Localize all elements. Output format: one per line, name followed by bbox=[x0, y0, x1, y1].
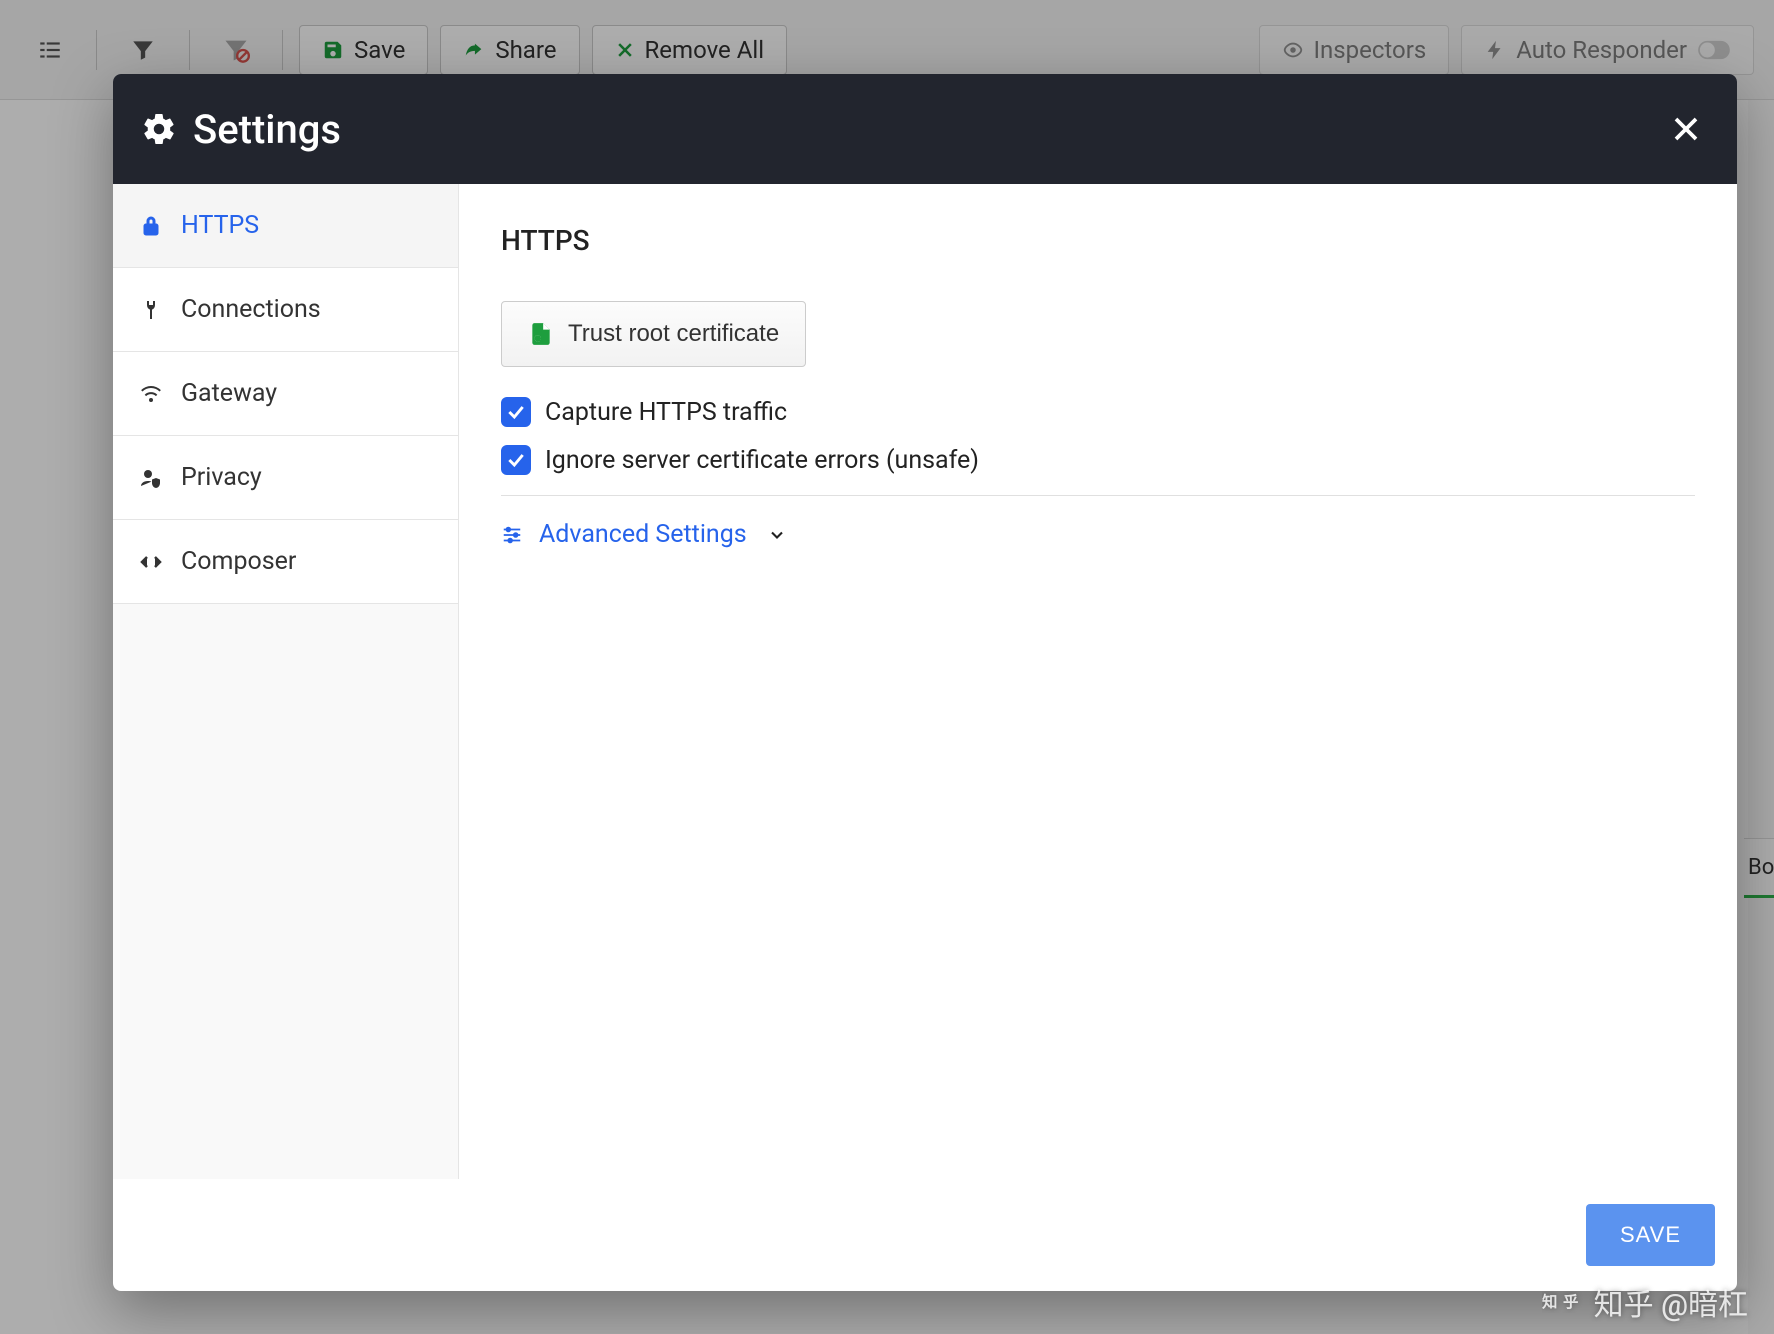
capture-https-label: Capture HTTPS traffic bbox=[545, 398, 787, 427]
sliders-icon bbox=[501, 524, 523, 546]
ignore-errors-row: Ignore server certificate errors (unsafe… bbox=[501, 445, 1695, 475]
check-icon bbox=[506, 450, 526, 470]
trust-button-label: Trust root certificate bbox=[568, 320, 779, 348]
save-button[interactable]: SAVE bbox=[1586, 1204, 1715, 1266]
dialog-body: HTTPS Connections Gateway Privacy Compos… bbox=[113, 184, 1737, 1179]
sidebar-item-label: Privacy bbox=[181, 463, 262, 492]
sidebar-item-label: HTTPS bbox=[181, 211, 259, 240]
trust-root-certificate-button[interactable]: Trust root certificate bbox=[501, 301, 806, 367]
sidebar-item-gateway[interactable]: Gateway bbox=[113, 352, 458, 436]
advanced-settings-toggle[interactable]: Advanced Settings bbox=[501, 520, 1695, 549]
sidebar-item-privacy[interactable]: Privacy bbox=[113, 436, 458, 520]
sidebar-item-connections[interactable]: Connections bbox=[113, 268, 458, 352]
plug-icon bbox=[139, 298, 163, 322]
settings-sidebar: HTTPS Connections Gateway Privacy Compos… bbox=[113, 184, 459, 1179]
settings-dialog: Settings HTTPS Connections Gateway Priva… bbox=[113, 74, 1737, 1291]
sidebar-item-label: Composer bbox=[181, 547, 296, 576]
divider bbox=[501, 495, 1695, 496]
capture-https-row: Capture HTTPS traffic bbox=[501, 397, 1695, 427]
sidebar-item-label: Gateway bbox=[181, 379, 277, 408]
user-shield-icon bbox=[139, 466, 163, 490]
sidebar-item-label: Connections bbox=[181, 295, 321, 324]
sidebar-item-https[interactable]: HTTPS bbox=[113, 184, 458, 268]
dialog-footer: SAVE bbox=[113, 1179, 1737, 1291]
settings-main-panel: HTTPS Trust root certificate Capture HTT… bbox=[459, 184, 1737, 1179]
chevron-down-icon bbox=[767, 525, 787, 545]
certificate-icon bbox=[528, 321, 554, 347]
close-button[interactable] bbox=[1671, 114, 1701, 144]
check-icon bbox=[506, 402, 526, 422]
advanced-settings-label: Advanced Settings bbox=[539, 520, 747, 549]
close-icon bbox=[1671, 114, 1701, 144]
wifi-icon bbox=[139, 382, 163, 406]
code-icon bbox=[139, 550, 163, 574]
sidebar-item-composer[interactable]: Composer bbox=[113, 520, 458, 604]
dialog-title: Settings bbox=[193, 106, 341, 153]
capture-https-checkbox[interactable] bbox=[501, 397, 531, 427]
dialog-header: Settings bbox=[113, 74, 1737, 184]
section-heading: HTTPS bbox=[501, 224, 1695, 257]
lock-icon bbox=[139, 214, 163, 238]
ignore-errors-checkbox[interactable] bbox=[501, 445, 531, 475]
save-button-label: SAVE bbox=[1620, 1222, 1681, 1247]
ignore-errors-label: Ignore server certificate errors (unsafe… bbox=[545, 446, 979, 475]
gear-icon bbox=[141, 111, 177, 147]
